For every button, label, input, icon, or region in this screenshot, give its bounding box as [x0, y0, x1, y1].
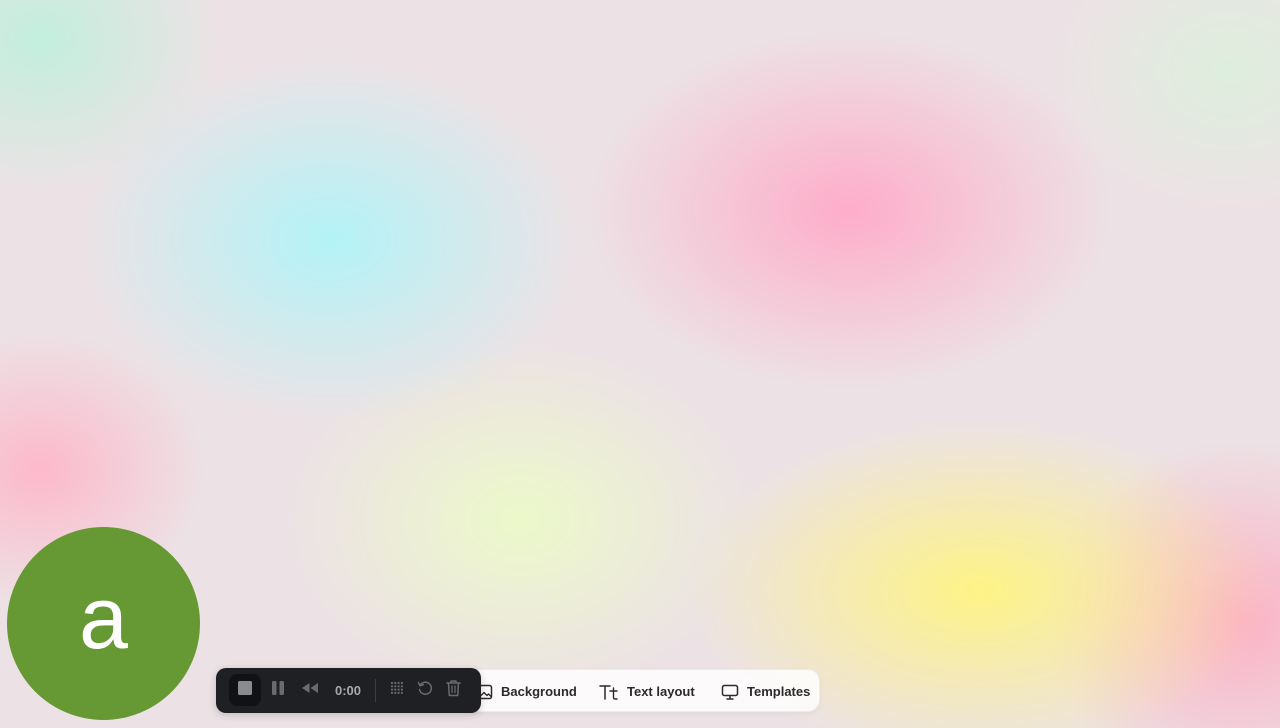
reset-icon	[417, 680, 433, 701]
pause-icon	[271, 680, 285, 701]
text-layout-button[interactable]: Text layout	[599, 670, 695, 713]
trash-icon	[445, 679, 461, 702]
background-button[interactable]: Background	[477, 670, 577, 713]
recording-controls: 0:00	[216, 668, 481, 713]
toolbar-divider	[375, 679, 376, 702]
stop-icon	[238, 680, 252, 700]
editor-toolbar: Background Text layout Templates	[466, 669, 820, 712]
stop-button[interactable]	[229, 674, 261, 706]
templates-label: Templates	[747, 684, 811, 699]
background-label: Background	[501, 684, 577, 699]
delete-button[interactable]	[437, 674, 469, 706]
avatar-letter: a	[79, 567, 128, 667]
rewind-icon	[301, 681, 319, 699]
bottom-toolbar: Background Text layout Templates 0:00	[216, 668, 820, 713]
canvas-background: a Background Text layout Templates 0:00	[0, 0, 1280, 728]
text-layout-label: Text layout	[627, 684, 695, 699]
text-format-icon	[599, 683, 619, 701]
monitor-icon	[721, 684, 739, 700]
avatar[interactable]: a	[7, 527, 200, 720]
pause-button[interactable]	[262, 674, 294, 706]
templates-button[interactable]: Templates	[721, 670, 810, 713]
rewind-button[interactable]	[294, 674, 326, 706]
recording-timer: 0:00	[334, 683, 362, 698]
grid-icon	[389, 680, 405, 701]
